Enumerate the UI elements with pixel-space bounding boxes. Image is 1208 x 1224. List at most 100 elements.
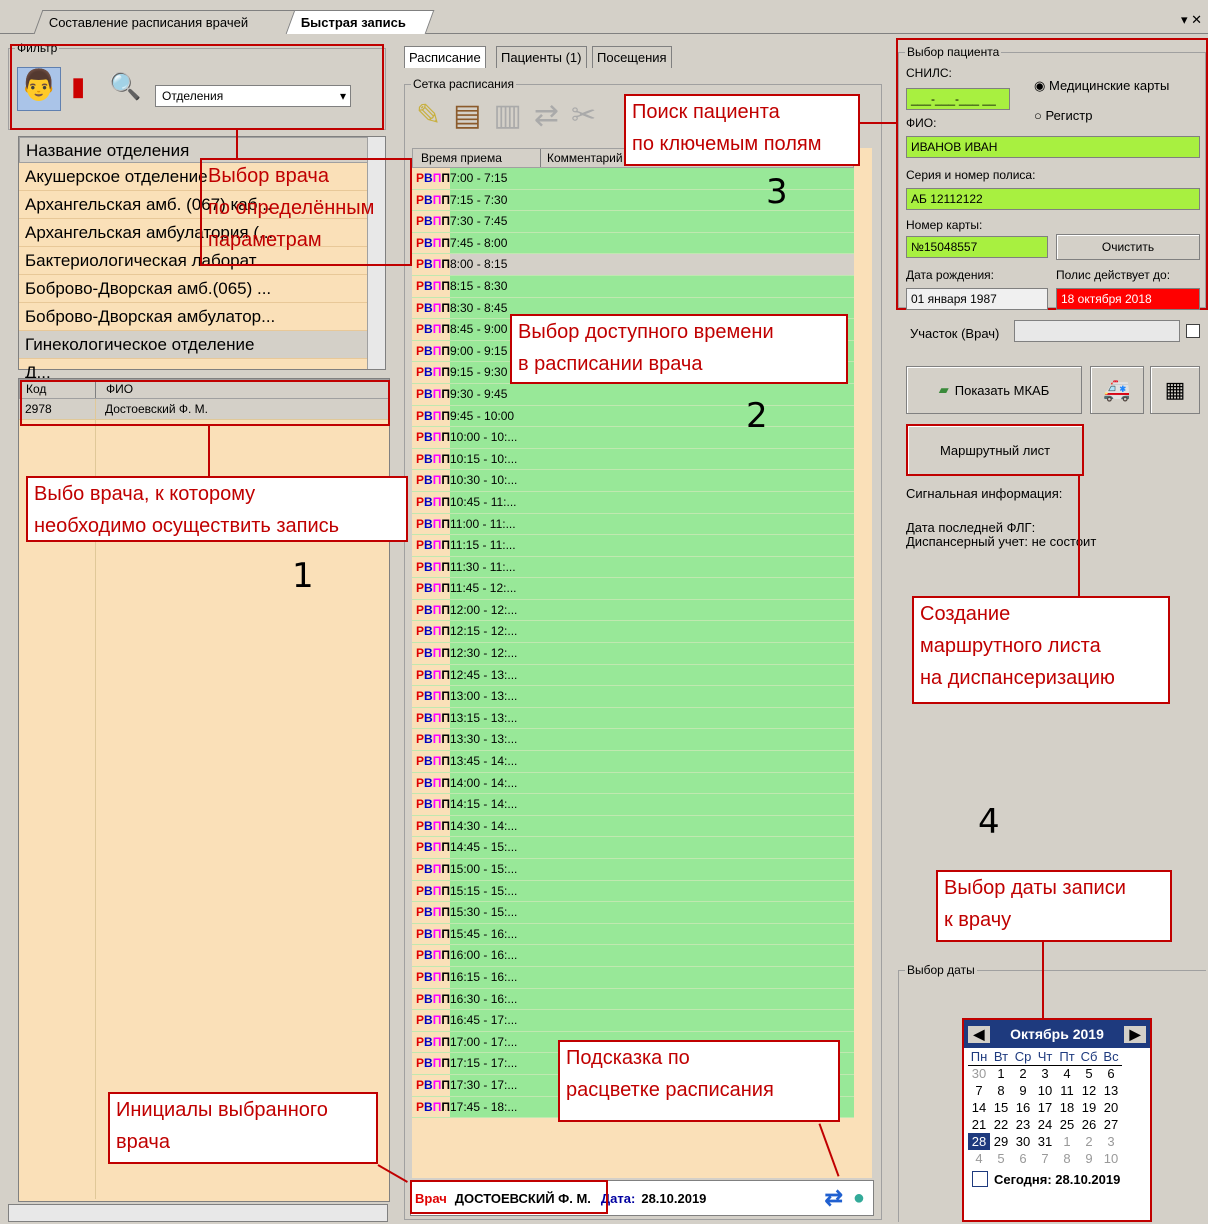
prev-month-icon[interactable]: ◀ xyxy=(968,1025,990,1043)
table-row[interactable]: РВПП 8:00 - 8:15 xyxy=(412,254,854,276)
calendar-day[interactable]: 26 xyxy=(1078,1116,1100,1133)
calendar-day[interactable]: 18 xyxy=(1056,1099,1078,1116)
calendar-day[interactable]: 31 xyxy=(1034,1133,1056,1150)
calendar-day[interactable]: 27 xyxy=(1100,1116,1122,1133)
calendar-day[interactable]: 6 xyxy=(1012,1150,1034,1167)
calendar-day[interactable]: 22 xyxy=(990,1116,1012,1133)
list-item[interactable]: Гинекологическое отделение xyxy=(19,331,367,359)
table-row[interactable]: РВПП 12:15 - 12:... xyxy=(412,621,854,644)
calendar-day[interactable]: 20 xyxy=(1100,1099,1122,1116)
fio-field[interactable]: ИВАНОВ ИВАН xyxy=(906,136,1200,158)
show-mkab-button[interactable]: ▰ Показать МКАБ xyxy=(906,366,1082,414)
edit-icon[interactable]: ✎ xyxy=(416,99,453,132)
calendar-day[interactable]: 5 xyxy=(1078,1065,1100,1082)
close-icon[interactable]: ▾ ✕ xyxy=(1181,12,1202,28)
calendar-day[interactable]: 29 xyxy=(990,1133,1012,1150)
today-link[interactable]: Сегодня: 28.10.2019 xyxy=(972,1171,1150,1187)
table-row[interactable]: РВПП 13:30 - 13:... xyxy=(412,729,854,752)
table-row[interactable]: РВПП 10:45 - 11:... xyxy=(412,491,854,514)
uchastok-field[interactable] xyxy=(1014,320,1180,342)
table-row[interactable]: РВПП 12:45 - 13:... xyxy=(412,664,854,687)
calendar-day[interactable]: 10 xyxy=(1034,1082,1056,1099)
calendar-day[interactable]: 30 xyxy=(1012,1133,1034,1150)
calendar-day[interactable]: 12 xyxy=(1078,1082,1100,1099)
calendar-day[interactable]: 28 xyxy=(968,1133,990,1150)
table-row[interactable]: РВПП 10:30 - 10:... xyxy=(412,470,854,492)
next-month-icon[interactable]: ▶ xyxy=(1123,1025,1146,1043)
route-list-button[interactable]: Маршрутный лист xyxy=(906,424,1084,476)
calendar-day[interactable]: 9 xyxy=(1012,1082,1034,1099)
calendar-day[interactable]: 25 xyxy=(1056,1116,1078,1133)
horizontal-scrollbar[interactable] xyxy=(8,1204,388,1222)
calendar-day[interactable]: 13 xyxy=(1100,1082,1122,1099)
notepad-icon[interactable]: ▤ xyxy=(453,99,493,132)
table-row[interactable]: РВПП 13:00 - 13:... xyxy=(412,686,854,708)
calendar-day[interactable]: 6 xyxy=(1100,1065,1122,1082)
calendar-day[interactable]: 4 xyxy=(968,1150,990,1167)
calendar-day[interactable]: 3 xyxy=(1034,1065,1056,1082)
tab-quick-record[interactable]: Быстрая запись xyxy=(285,10,435,34)
qr-code-icon[interactable]: ▦ xyxy=(1150,366,1200,414)
table-row[interactable]: РВПП 16:45 - 17:... xyxy=(412,1010,854,1032)
table-row[interactable]: РВПП 14:45 - 15:... xyxy=(412,837,854,859)
calendar-day[interactable]: 21 xyxy=(968,1116,990,1133)
snils-field[interactable]: ___-___-___ __ xyxy=(906,88,1010,110)
tab-schedule-grid[interactable]: Расписание xyxy=(404,46,486,68)
table-row[interactable]: РВПП 10:15 - 10:... xyxy=(412,448,854,471)
calendar-day[interactable]: 1 xyxy=(990,1065,1012,1082)
tab-visits[interactable]: Посещения xyxy=(592,46,672,68)
card-field[interactable]: №15048557 xyxy=(906,236,1048,258)
color-hint-icon[interactable]: ● xyxy=(853,1187,865,1210)
tools-icon[interactable]: ✂ xyxy=(571,99,608,132)
calendar-day[interactable]: 8 xyxy=(1056,1150,1078,1167)
calendar-day[interactable]: 3 xyxy=(1100,1133,1122,1150)
list-item[interactable]: Боброво-Дворская амб.(065) ... xyxy=(19,275,367,303)
calendar-day[interactable]: 16 xyxy=(1012,1099,1034,1116)
ambulance-icon[interactable]: 🚑 xyxy=(1090,366,1144,414)
radio-register[interactable]: ○ Регистр xyxy=(1034,108,1093,123)
calendar-day[interactable]: 8 xyxy=(990,1082,1012,1099)
radio-medcards[interactable]: ◉ Медицинские карты xyxy=(1034,78,1169,94)
table-row[interactable]: РВПП 13:45 - 14:... xyxy=(412,751,854,773)
table-row[interactable]: РВПП 11:30 - 11:... xyxy=(412,556,854,579)
table-row[interactable]: РВПП 15:45 - 16:... xyxy=(412,923,854,946)
table-row[interactable]: РВПП 13:15 - 13:... xyxy=(412,707,854,730)
table-row[interactable]: РВПП 7:45 - 8:00 xyxy=(412,232,854,255)
calendar-day[interactable]: 17 xyxy=(1034,1099,1056,1116)
tab-patients[interactable]: Пациенты (1) xyxy=(496,46,587,68)
table-row[interactable]: РВПП 16:30 - 16:... xyxy=(412,988,854,1011)
uchastok-checkbox[interactable] xyxy=(1186,324,1200,338)
calendar-day[interactable]: 24 xyxy=(1034,1116,1056,1133)
table-row[interactable]: РВПП 7:00 - 7:15 xyxy=(412,168,854,190)
calendar-day[interactable]: 14 xyxy=(968,1099,990,1116)
calendar-day[interactable]: 5 xyxy=(990,1150,1012,1167)
list-item[interactable]: Боброво-Дворская амбулатор... xyxy=(19,303,367,331)
table-row[interactable]: РВПП 15:15 - 15:... xyxy=(412,880,854,903)
table-row[interactable]: РВПП 14:30 - 14:... xyxy=(412,815,854,838)
calendar-day[interactable]: 7 xyxy=(968,1082,990,1099)
table-row[interactable]: РВПП 14:00 - 14:... xyxy=(412,772,854,795)
table-row[interactable]: РВПП 15:00 - 15:... xyxy=(412,859,854,881)
table-row[interactable]: РВПП 16:00 - 16:... xyxy=(412,945,854,967)
table-row[interactable]: РВПП 11:45 - 12:... xyxy=(412,578,854,600)
calendar-day[interactable]: 30 xyxy=(968,1065,990,1082)
table-row[interactable]: РВПП 15:30 - 15:... xyxy=(412,902,854,924)
calendar-day[interactable]: 9 xyxy=(1078,1150,1100,1167)
calendar-day[interactable]: 19 xyxy=(1078,1099,1100,1116)
refresh-icon[interactable]: ⇄ xyxy=(824,1185,842,1211)
tab-schedule[interactable]: Составление расписания врачей xyxy=(33,10,303,34)
table-row[interactable]: РВПП 8:15 - 8:30 xyxy=(412,275,854,298)
clear-button[interactable]: Очистить xyxy=(1056,234,1200,260)
calendar-day[interactable]: 2 xyxy=(1078,1133,1100,1150)
document-icon[interactable]: ▥ xyxy=(494,99,534,132)
calendar-day[interactable]: 7 xyxy=(1034,1150,1056,1167)
table-row[interactable]: РВПП 9:30 - 9:45 xyxy=(412,383,854,406)
calendar-day[interactable]: 4 xyxy=(1056,1065,1078,1082)
calendar-day[interactable]: 2 xyxy=(1012,1065,1034,1082)
table-row[interactable]: РВПП 11:15 - 11:... xyxy=(412,535,854,557)
table-row[interactable]: РВПП 7:30 - 7:45 xyxy=(412,211,854,233)
table-row[interactable]: РВПП 7:15 - 7:30 xyxy=(412,189,854,212)
policy-field[interactable]: АБ 12112122 xyxy=(906,188,1200,210)
table-row[interactable]: РВПП 16:15 - 16:... xyxy=(412,966,854,989)
calendar-day[interactable]: 23 xyxy=(1012,1116,1034,1133)
